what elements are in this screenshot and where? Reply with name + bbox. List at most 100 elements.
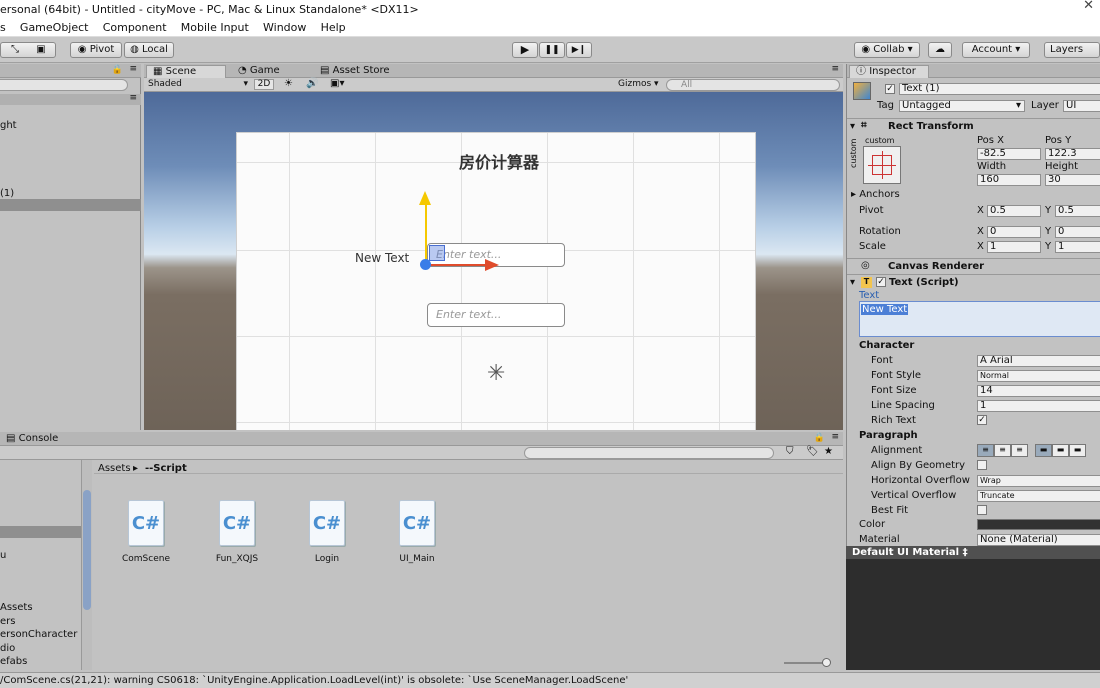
tree-item[interactable]: efabs <box>0 656 27 667</box>
hierarchy-item[interactable]: ght <box>0 120 17 131</box>
tree-item[interactable]: dio <box>0 643 15 654</box>
file-item[interactable]: C# ComScene <box>106 500 186 564</box>
breadcrumb-script[interactable]: --Script <box>145 463 187 474</box>
rect-tool-icon[interactable]: ▣ <box>28 43 54 57</box>
toggle-2d-button[interactable]: 2D <box>254 79 274 90</box>
menu-item-mobile-input[interactable]: Mobile Input <box>181 19 249 34</box>
horizontal-overflow-dropdown[interactable]: Wrap <box>977 475 1100 487</box>
scene-view[interactable]: 房价计算器 New Text Enter text... Enter text.… <box>144 92 843 430</box>
text-script-header[interactable]: ▾ T ✓ Text (Script) <box>847 274 1100 290</box>
menu-icon[interactable]: ≡ <box>831 432 839 442</box>
tab-console[interactable]: ▤ Console <box>0 433 64 446</box>
arrow-right-icon[interactable] <box>485 259 499 271</box>
account-button[interactable]: Account ▾ <box>962 42 1030 58</box>
lock-icon[interactable]: 🔒 <box>814 433 825 443</box>
pivot-handle[interactable] <box>420 259 431 270</box>
rotation-x-field[interactable]: 0 <box>987 226 1041 238</box>
line-spacing-field[interactable]: 1 <box>977 400 1100 412</box>
tree-item[interactable]: u <box>0 550 6 561</box>
tab-game[interactable]: ◔ Game <box>232 65 286 78</box>
close-icon[interactable]: ✕ <box>1083 0 1094 13</box>
align-left-icon[interactable]: ≡ <box>977 444 994 457</box>
scale-x-field[interactable]: 1 <box>987 241 1041 253</box>
rotation-y-field[interactable]: 0 <box>1055 226 1100 238</box>
input-field-2[interactable]: Enter text... <box>427 303 565 327</box>
tree-item[interactable]: Assets <box>0 602 33 613</box>
font-style-dropdown[interactable]: Normal <box>977 370 1100 382</box>
object-name-field[interactable]: Text (1) <box>899 83 1100 95</box>
menu-item-component[interactable]: Component <box>103 19 167 34</box>
text-enabled-checkbox[interactable]: ✓ <box>876 277 886 287</box>
filter-label-icon[interactable]: 🏷 <box>806 446 819 457</box>
align-bottom-icon[interactable]: ▬ <box>1069 444 1086 457</box>
file-item[interactable]: C# Fun_XQJS <box>197 500 277 564</box>
play-button[interactable]: ▶ <box>512 42 538 58</box>
hierarchy-selected-row[interactable] <box>0 199 141 211</box>
move-x-axis-handle[interactable] <box>427 264 487 266</box>
cloud-button[interactable]: ☁ <box>928 42 952 58</box>
font-field[interactable]: A Arial <box>977 355 1100 367</box>
tab-scene[interactable]: ▦ Scene <box>146 65 226 78</box>
move-plane-handle[interactable] <box>429 245 445 261</box>
hierarchy-options-icon[interactable]: ≡ <box>129 93 137 103</box>
layer-dropdown[interactable]: UI <box>1063 100 1100 112</box>
status-bar[interactable]: /ComScene.cs(21,21): warning CS0618: `Un… <box>0 672 1100 688</box>
tree-scrollbar[interactable] <box>82 460 92 670</box>
menu-item-gameobject[interactable]: GameObject <box>20 19 89 34</box>
tag-dropdown[interactable]: Untagged ▾ <box>899 100 1025 112</box>
step-button[interactable]: ▶❙ <box>566 42 592 58</box>
collab-button[interactable]: ◉ Collab ▾ <box>854 42 920 58</box>
tree-scrollbar-thumb[interactable] <box>83 490 91 610</box>
pos-x-field[interactable]: -82.5 <box>977 148 1041 160</box>
width-field[interactable]: 160 <box>977 174 1041 186</box>
gizmos-dropdown[interactable]: Gizmos ▾ <box>618 79 659 89</box>
foldout-icon[interactable]: ▾ <box>850 121 855 132</box>
audio-icon[interactable]: 🔊 <box>306 78 318 89</box>
tab-asset-store[interactable]: ▤ Asset Store <box>314 65 396 78</box>
anchors-foldout[interactable]: ▸ Anchors <box>851 189 900 200</box>
height-field[interactable]: 30 <box>1045 174 1100 186</box>
arrow-up-icon[interactable] <box>419 191 431 205</box>
hierarchy-search[interactable] <box>0 79 128 91</box>
scene-search[interactable]: All <box>666 79 840 91</box>
rich-text-checkbox[interactable]: ✓ <box>977 415 987 425</box>
align-right-icon[interactable]: ≡ <box>1011 444 1028 457</box>
project-search[interactable] <box>524 447 774 459</box>
tree-item[interactable]: ers <box>0 616 15 627</box>
align-by-geometry-checkbox[interactable] <box>977 460 987 470</box>
pos-y-field[interactable]: 122.3 <box>1045 148 1100 160</box>
lock-icon[interactable]: 🔒 <box>112 65 123 75</box>
pivot-button[interactable]: ◉ Pivot <box>70 42 122 58</box>
canvas-renderer-header[interactable]: ◎ Canvas Renderer <box>847 258 1100 274</box>
menu-item-window[interactable]: Window <box>263 19 306 34</box>
tree-selected-row[interactable] <box>0 526 81 538</box>
active-checkbox[interactable]: ✓ <box>885 84 895 94</box>
breadcrumb-assets[interactable]: Assets <box>98 463 131 474</box>
hierarchy-item[interactable]: (1) <box>0 188 14 199</box>
pivot-x-field[interactable]: 0.5 <box>987 205 1041 217</box>
icon-size-slider[interactable] <box>784 658 831 667</box>
favorite-star-icon[interactable]: ★ <box>824 446 833 457</box>
lighting-icon[interactable]: ☀ <box>284 78 293 89</box>
tree-item[interactable]: ersonCharacter <box>0 629 77 640</box>
transform-tools[interactable]: ⤡ ▣ <box>0 42 56 58</box>
icon-size-slider-thumb[interactable] <box>822 658 831 667</box>
pivot-y-field[interactable]: 0.5 <box>1055 205 1100 217</box>
align-center-icon[interactable]: ≡ <box>994 444 1011 457</box>
foldout-icon[interactable]: ▾ <box>850 277 855 288</box>
layers-button[interactable]: Layers <box>1044 42 1100 58</box>
rect-transform-header[interactable]: ▾ ⌗ Rect Transform <box>847 118 1100 134</box>
new-text-label[interactable]: New Text <box>355 251 409 265</box>
align-middle-icon[interactable]: ▬ <box>1052 444 1069 457</box>
file-item[interactable]: C# Login <box>287 500 367 564</box>
pause-button[interactable]: ❚❚ <box>539 42 565 58</box>
menu-item-edit-partial[interactable]: s <box>0 19 6 34</box>
tab-inspector[interactable]: ⓘ Inspector <box>849 65 929 78</box>
menu-icon[interactable]: ≡ <box>129 64 137 74</box>
material-preview-title[interactable]: Default UI Material ‡ <box>846 546 1100 559</box>
vertical-overflow-dropdown[interactable]: Truncate <box>977 490 1100 502</box>
material-field[interactable]: None (Material) <box>977 534 1100 546</box>
shading-dropdown[interactable]: Shaded ▾ <box>148 79 248 90</box>
move-y-axis-handle[interactable] <box>425 205 427 265</box>
anchor-presets-button[interactable] <box>863 146 901 184</box>
